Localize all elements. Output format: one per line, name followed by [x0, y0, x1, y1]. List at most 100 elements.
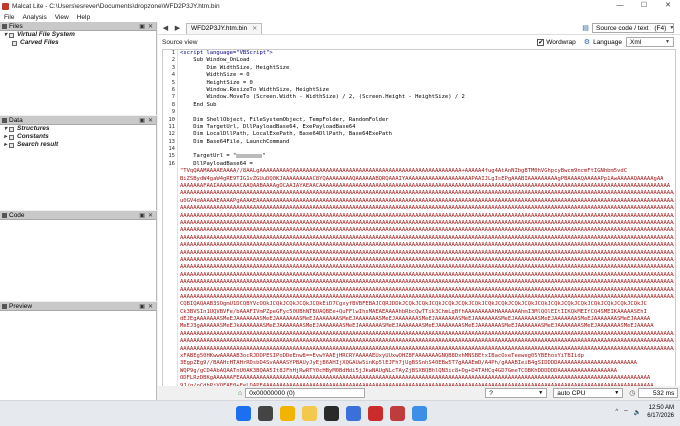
status-bar: ⌂ 0x00000000 (0) ? ▼ auto CPU ▼ ◷ 532 ms	[158, 386, 680, 400]
explorer-icon[interactable]	[412, 406, 427, 421]
code-text: TargetUrl = "	[180, 153, 237, 160]
address-icon: ⌂	[238, 389, 243, 397]
taskbar-icons	[236, 406, 434, 421]
malware-tool-icon[interactable]	[390, 406, 405, 421]
structure-icon	[9, 126, 15, 132]
code-line: <script language="VBScript">	[180, 50, 273, 56]
base64-payload-line: AAAAAAAAAAAAAAAAAAAAAAAAAAAAAAAAAAAAAAAA…	[180, 264, 674, 271]
view-mode-icon: ▤	[582, 25, 589, 32]
code-line: Window.MoveTo (Screen.Width - WidthSize)…	[180, 94, 465, 101]
minimize-button[interactable]: —	[608, 0, 632, 12]
panel-restore-icon[interactable]: ▣	[139, 23, 145, 30]
windows-logo-icon[interactable]	[236, 406, 251, 421]
preview-panel: Preview ▣ ✕	[0, 302, 157, 400]
analysis-time: 532 ms	[653, 389, 675, 397]
tab-close-icon[interactable]: ✕	[252, 25, 257, 32]
tree-label: Virtual File System	[17, 31, 75, 38]
search-icon[interactable]	[258, 406, 273, 421]
cpu-select[interactable]: auto CPU ▼	[553, 388, 624, 398]
language-value: Xml	[630, 38, 642, 46]
panel-icon	[2, 303, 7, 309]
clock[interactable]: 12:50 AM 6/17/2026	[647, 404, 674, 420]
tree-label: Search result	[17, 141, 59, 148]
code-panel: Code ▣ ✕	[0, 211, 157, 301]
panel-close-icon[interactable]: ✕	[148, 117, 153, 124]
language-select[interactable]: Xml ▼	[626, 37, 674, 47]
tree-item-structures[interactable]: ▾ Structures	[4, 125, 156, 133]
wordwrap-checkbox[interactable]: ✔	[537, 38, 545, 46]
expand-icon[interactable]: ▾	[4, 125, 7, 133]
volume-icon[interactable]: 🔈	[634, 409, 641, 416]
base64-payload-line: AAAAAAAAAAAAAAAAAAAAAAAAAAAAAAAAAAAAAAAA…	[180, 286, 674, 293]
browser-icon[interactable]	[368, 406, 383, 421]
panel-restore-icon[interactable]: ▣	[139, 303, 145, 310]
menu-bar: File Analysis View Help	[0, 12, 680, 22]
tray-chevron-icon[interactable]: ^	[615, 409, 618, 415]
forward-icon[interactable]: ▶	[173, 24, 182, 33]
constant-icon	[9, 134, 15, 140]
address-field[interactable]: 0x00000000 (0)	[245, 388, 366, 398]
language-label: Language	[593, 38, 622, 46]
source-editor[interactable]: 1 2 3 4 5 6 7 8 9 10 11 12 13 14 15 16 <…	[162, 49, 676, 399]
panel-close-icon[interactable]: ✕	[148, 303, 153, 310]
menu-help[interactable]: Help	[77, 14, 90, 21]
tree-item-constants[interactable]: ▸ Constants	[4, 133, 156, 141]
cpu-value: auto CPU	[557, 389, 586, 397]
data-panel: Data ▣ ✕ ▾ Structures ▸ Constants ▸ Searc…	[0, 116, 157, 210]
tree-item-search-result[interactable]: ▸ Search result	[4, 141, 156, 149]
preview-panel-title: Preview	[9, 302, 33, 310]
code-line: WidthSize = 0	[180, 72, 250, 79]
tree-item-virtual-fs[interactable]: ▾ Virtual File System	[4, 31, 156, 39]
data-panel-title: Data	[9, 116, 23, 124]
files-icon[interactable]	[280, 406, 295, 421]
tab-file-label: WFD2P3JY.htm.bin	[191, 25, 248, 32]
menu-analysis[interactable]: Analysis	[22, 14, 46, 21]
menu-file[interactable]: File	[4, 14, 14, 21]
clock-time: 12:50 AM	[648, 405, 674, 411]
base64-payload-line: AAAAAAAAAAAAAAAAAAAAAAAAAAAAAAAAAAAAAAAA…	[180, 279, 674, 286]
tree-item-carved-files[interactable]: Carved Files	[12, 39, 156, 47]
line-number: 6	[171, 86, 175, 93]
chevron-down-icon: ▼	[669, 25, 675, 31]
close-button[interactable]: ✕	[656, 0, 680, 12]
language-icon: ⚙	[583, 39, 591, 46]
data-panel-header: Data ▣ ✕	[0, 116, 156, 125]
code-line-target-url: TargetUrl = " "	[180, 153, 674, 160]
tree-label: Constants	[17, 133, 49, 140]
status-unknown-field[interactable]: ? ▼	[485, 388, 548, 398]
maximize-button[interactable]: ☐	[632, 0, 656, 12]
back-icon[interactable]: ◀	[161, 24, 170, 33]
chevron-down-icon: ▼	[538, 390, 544, 396]
expand-icon[interactable]: ▸	[4, 133, 7, 141]
expand-icon[interactable]: ▾	[4, 31, 7, 39]
panel-restore-icon[interactable]: ▣	[139, 117, 145, 124]
view-mode-select[interactable]: Source code / text (F4) ▼	[592, 23, 674, 33]
base64-payload-line: WQP9g/gCD4AbAQAATnU0AK3BQAA5It8JFhHjRwRT…	[180, 367, 618, 374]
panel-close-icon[interactable]: ✕	[148, 212, 153, 219]
shield-icon[interactable]	[346, 406, 361, 421]
menu-view[interactable]: View	[55, 14, 69, 21]
tree-label: Carved Files	[20, 39, 59, 46]
base64-payload-line: AAAAAAAAAAAAAAAAAAAAAAAAAAAAAAAAAAAAAAAA…	[180, 242, 674, 249]
analysis-time-field: 532 ms	[638, 388, 679, 398]
terminal-icon[interactable]	[324, 406, 339, 421]
line-number: 12	[168, 131, 175, 138]
tab-file[interactable]: WFD2P3JY.htm.bin ✕	[186, 22, 263, 34]
base64-payload-line: CQBIQAQAAB3SOgmU1DCQBYVcOQkJCQkJCQkJCQkJ…	[180, 301, 647, 308]
source-view-bar: Source view ✔ Wordwrap ⚙ Language Xml ▼	[158, 36, 680, 48]
network-icon[interactable]: ⌔	[623, 408, 629, 416]
files-panel: Files ▣ ✕ ▾ Virtual File System Carved Fi…	[0, 22, 157, 115]
folder-icon	[9, 32, 15, 38]
panel-close-icon[interactable]: ✕	[148, 23, 153, 30]
preview-panel-header: Preview ▣ ✕	[0, 302, 156, 311]
code-panel-header: Code ▣ ✕	[0, 211, 156, 220]
folder-icon[interactable]	[302, 406, 317, 421]
expand-icon[interactable]: ▸	[4, 141, 7, 149]
code-line: End Sub	[180, 101, 217, 108]
base64-payload-line: ODFLRzDBKgAAAAAAFEAAAAAAAAAAAAAAAAAAAAAA…	[180, 375, 651, 382]
document-area: ◀ ▶ WFD2P3JY.htm.bin ✕ ▤ Source code / t…	[158, 22, 680, 400]
base64-payload-line: xFABEg50HKwwAAAAAB3ocRJDDPESIPoDDeEnw8==…	[180, 353, 584, 360]
panel-restore-icon[interactable]: ▣	[139, 212, 145, 219]
base64-payload-line: AAAAAAAAAAAAAAAAAAAAAAAAAAAAAAAAAAAAAAAA…	[180, 190, 674, 197]
line-number: 13	[168, 138, 175, 145]
